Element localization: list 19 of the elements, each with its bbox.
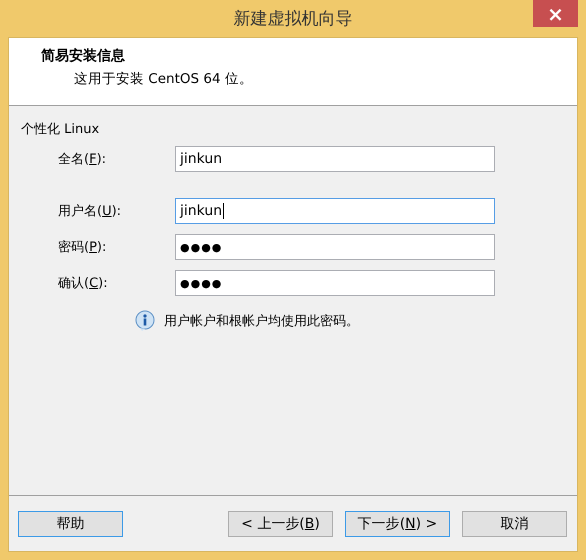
field-label: 用户名(U): [57, 203, 122, 220]
close-button[interactable]: × [533, 0, 578, 27]
field-label: 密码(P): [57, 239, 108, 256]
info-icon [134, 310, 156, 332]
window-title: 新建虚拟机向导 [234, 8, 352, 30]
input-field[interactable]: jinkun [175, 198, 495, 224]
field-label: 全名(F): [57, 151, 108, 168]
input-field[interactable]: ●●●● [175, 270, 495, 296]
group-title: 个性化 Linux [21, 121, 100, 138]
info-text: 用户帐户和根帐户均使用此密码。 [164, 313, 359, 330]
page-title: 简易安装信息 [41, 47, 126, 65]
dialog-button[interactable]: 帮助 [18, 510, 123, 536]
dialog-button[interactable]: < 上一步(B) [228, 510, 333, 536]
dialog-button[interactable]: 取消 [462, 510, 567, 536]
page-subtitle: 这用于安装 CentOS 64 位。 [74, 70, 254, 88]
dialog-button[interactable]: 下一步(N) > [345, 510, 450, 536]
field-label: 确认(C): [57, 275, 109, 292]
input-field[interactable]: ●●●● [175, 234, 495, 260]
input-field[interactable]: jinkun [175, 146, 495, 172]
